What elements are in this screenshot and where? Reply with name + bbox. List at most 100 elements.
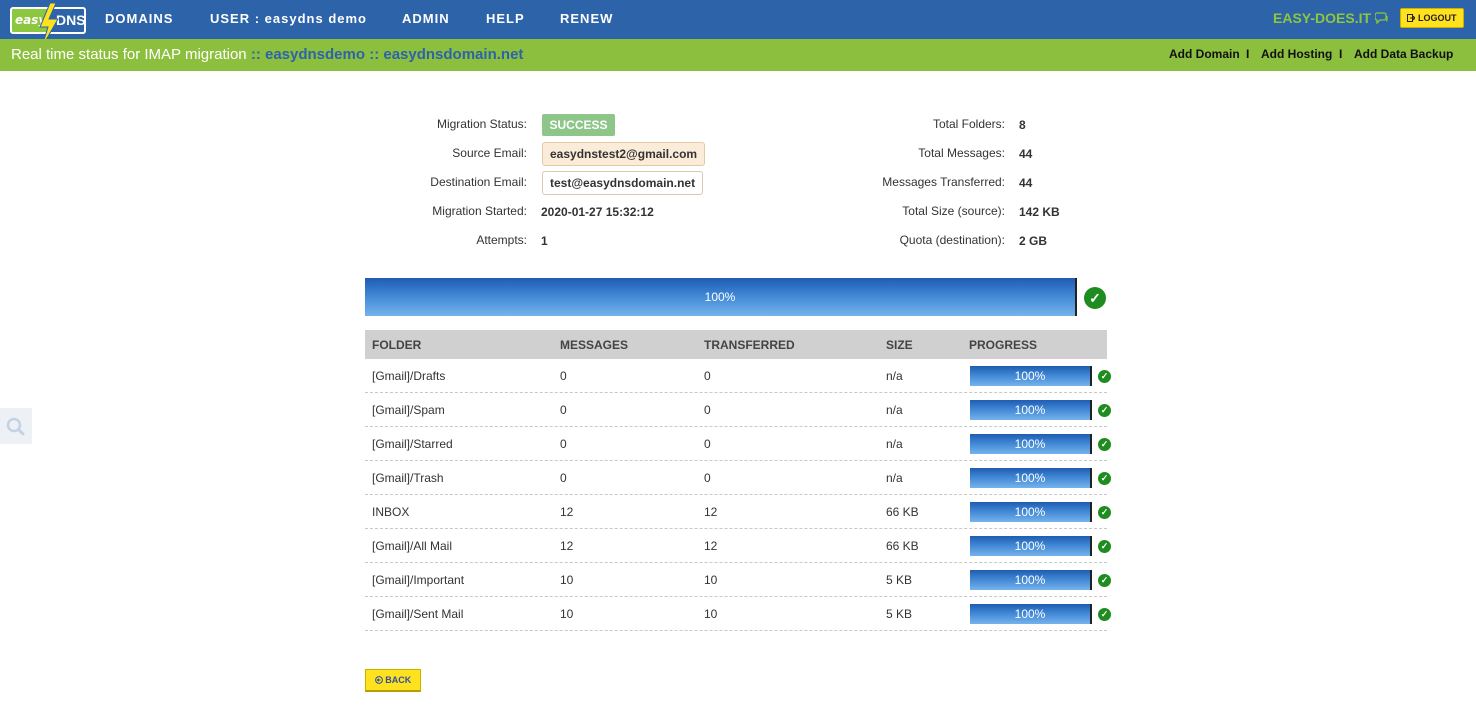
nav-domains[interactable]: DOMAINS: [105, 11, 173, 26]
page-title-prefix: Real time status for IMAP migration: [11, 46, 247, 63]
folder-progress-bar: 100%: [970, 570, 1092, 590]
folder-progress-bar: 100%: [970, 502, 1092, 522]
folder-progress-bar: 100%: [970, 400, 1092, 420]
folder-progress-bar: 100%: [970, 536, 1092, 556]
table-row: [Gmail]/Spam 0 0 n/a 100% ✓: [365, 393, 1111, 427]
cell-folder: [Gmail]/Starred: [372, 437, 453, 451]
total-folders-label: Total Folders:: [932, 117, 1005, 131]
back-arrow-icon: [374, 676, 383, 684]
cell-transferred: 0: [704, 437, 711, 451]
col-messages: MESSAGES: [560, 338, 629, 352]
folder-progress-bar: 100%: [970, 604, 1092, 624]
destination-email-label: Destination Email:: [430, 175, 527, 189]
sub-header: Real time status for IMAP migration :: e…: [0, 39, 1476, 71]
check-circle-icon: ✓: [1098, 472, 1111, 485]
overall-progress-bar: 100%: [365, 278, 1077, 316]
cell-transferred: 12: [704, 539, 718, 553]
table-row: [Gmail]/Starred 0 0 n/a 100% ✓: [365, 427, 1111, 461]
cell-messages: 12: [560, 539, 574, 553]
check-circle-icon: ✓: [1098, 540, 1111, 553]
check-circle-icon: ✓: [1098, 608, 1111, 621]
add-domain-link[interactable]: Add Domain: [1169, 47, 1240, 61]
nav-renew[interactable]: RENEW: [560, 11, 613, 26]
back-button[interactable]: BACK: [365, 669, 421, 692]
col-progress: PROGRESS: [969, 338, 1038, 352]
cell-folder: [Gmail]/All Mail: [372, 539, 453, 553]
cell-size: 66 KB: [886, 505, 919, 519]
col-folder: FOLDER: [372, 338, 422, 352]
table-row: [Gmail]/All Mail 12 12 66 KB 100% ✓: [365, 529, 1111, 563]
logout-icon: [1407, 14, 1417, 22]
cell-size: 66 KB: [886, 539, 919, 553]
cell-size: 5 KB: [886, 607, 913, 621]
total-messages-label: Total Messages:: [918, 146, 1005, 160]
check-circle-icon: ✓: [1098, 574, 1111, 587]
logout-button[interactable]: LOGOUT: [1400, 8, 1464, 28]
table-header: FOLDER MESSAGES TRANSFERRED SIZE PROGRES…: [365, 330, 1107, 359]
cell-messages: 10: [560, 607, 574, 621]
cell-folder: INBOX: [372, 505, 410, 519]
cell-folder: [Gmail]/Spam: [372, 403, 445, 417]
cell-messages: 0: [560, 471, 567, 485]
cell-size: 5 KB: [886, 573, 913, 587]
quota-label: Quota (destination):: [899, 233, 1005, 247]
cell-messages: 10: [560, 573, 574, 587]
source-email-value: easydnstest2@gmail.com: [542, 142, 706, 166]
page-title-user: :: easydnsdemo: [250, 46, 366, 63]
cell-transferred: 0: [704, 369, 711, 383]
cell-messages: 12: [560, 505, 574, 519]
check-circle-icon: ✓: [1098, 370, 1111, 383]
cell-transferred: 10: [704, 573, 718, 587]
total-messages-value: 44: [1019, 147, 1033, 161]
side-search-tab[interactable]: [0, 408, 32, 444]
cell-size: n/a: [886, 369, 903, 383]
cell-messages: 0: [560, 403, 567, 417]
messages-transferred-label: Messages Transferred:: [882, 175, 1005, 189]
cell-transferred: 12: [704, 505, 718, 519]
total-size-label: Total Size (source):: [902, 204, 1005, 218]
cell-transferred: 0: [704, 403, 711, 417]
top-nav: easy DNS DOMAINS USER : easydns demo ADM…: [0, 0, 1476, 47]
link-separator: I: [1246, 47, 1250, 61]
search-icon: [6, 417, 25, 436]
attempts-label: Attempts:: [476, 233, 527, 247]
nav-user[interactable]: USER : easydns demo: [210, 11, 367, 26]
table-row: [Gmail]/Trash 0 0 n/a 100% ✓: [365, 461, 1111, 495]
link-separator: I: [1339, 47, 1343, 61]
source-email-label: Source Email:: [452, 146, 527, 160]
cell-size: n/a: [886, 471, 903, 485]
cell-messages: 0: [560, 437, 567, 451]
check-circle-icon: ✓: [1098, 438, 1111, 451]
page-title-domain: :: easydnsdomain.net: [369, 46, 524, 63]
nav-admin[interactable]: ADMIN: [402, 11, 450, 26]
add-hosting-link[interactable]: Add Hosting: [1261, 47, 1332, 61]
table-row: [Gmail]/Important 10 10 5 KB 100% ✓: [365, 563, 1111, 597]
check-circle-icon: ✓: [1098, 404, 1111, 417]
attempts-value: 1: [541, 234, 548, 248]
nav-help[interactable]: HELP: [486, 11, 525, 26]
table-row: [Gmail]/Sent Mail 10 10 5 KB 100% ✓: [365, 597, 1111, 631]
cell-messages: 0: [560, 369, 567, 383]
cell-size: n/a: [886, 437, 903, 451]
migration-started-value: 2020-01-27 15:32:12: [541, 205, 654, 219]
easydns-logo[interactable]: easy DNS: [10, 3, 86, 47]
cell-folder: [Gmail]/Sent Mail: [372, 607, 464, 621]
cell-folder: [Gmail]/Drafts: [372, 369, 446, 383]
folder-progress-bar: 100%: [970, 468, 1092, 488]
total-size-value: 142 KB: [1019, 205, 1060, 219]
add-data-backup-link[interactable]: Add Data Backup: [1354, 47, 1453, 61]
check-circle-icon: ✓: [1098, 506, 1111, 519]
back-label: BACK: [385, 675, 412, 685]
folder-progress-bar: 100%: [970, 366, 1092, 386]
messages-transferred-value: 44: [1019, 176, 1033, 190]
logout-label: LOGOUT: [1418, 13, 1457, 23]
migration-started-label: Migration Started:: [432, 204, 527, 218]
easy-does-it-link[interactable]: EASY-DOES.IT: [1273, 10, 1389, 26]
cell-folder: [Gmail]/Important: [372, 573, 465, 587]
page-title: Real time status for IMAP migration :: e…: [11, 46, 523, 63]
destination-email-value: test@easydnsdomain.net: [542, 171, 704, 195]
folder-progress-bar: 100%: [970, 434, 1092, 454]
cell-transferred: 10: [704, 607, 718, 621]
cell-folder: [Gmail]/Trash: [372, 471, 444, 485]
check-circle-icon: ✓: [1084, 287, 1106, 309]
